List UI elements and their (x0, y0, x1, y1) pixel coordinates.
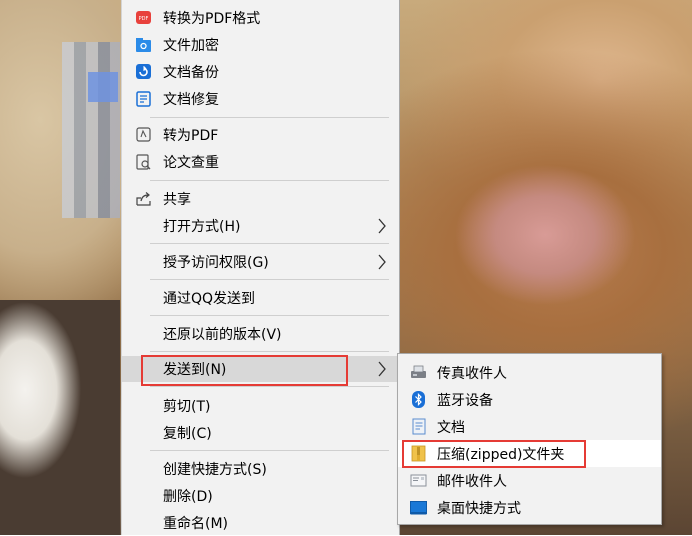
mail-icon (410, 472, 427, 489)
menu-item-label: 通过QQ发送到 (163, 291, 256, 307)
menu-item-convert-pdf-format[interactable]: PDF 转换为PDF格式 (122, 5, 399, 31)
menu-item-label: 删除(D) (163, 489, 213, 505)
fax-icon (410, 364, 427, 381)
menu-separator (150, 180, 389, 181)
menu-item-delete[interactable]: 删除(D) (122, 483, 399, 509)
submenu-item-documents[interactable]: 文档 (398, 413, 661, 440)
menu-item-file-encrypt[interactable]: 文件加密 (122, 32, 399, 58)
desktop-icon (410, 499, 427, 516)
share-icon (135, 190, 152, 207)
menu-item-cut[interactable]: 剪切(T) (122, 393, 399, 419)
pdf-convert-icon: PDF (135, 9, 152, 26)
menu-item-open-with[interactable]: 打开方式(H) (122, 213, 399, 239)
chevron-right-icon (378, 254, 386, 270)
file-encrypt-icon (135, 36, 152, 53)
submenu-item-mail-recipient[interactable]: 邮件收件人 (398, 467, 661, 494)
menu-item-label: 重命名(M) (163, 516, 229, 532)
menu-separator (150, 279, 389, 280)
menu-item-label: 转换为PDF格式 (163, 11, 261, 27)
menu-item-label: 共享 (163, 192, 191, 208)
submenu-item-bluetooth-device[interactable]: 蓝牙设备 (398, 386, 661, 413)
wallpaper-detail (0, 300, 120, 535)
bluetooth-icon (410, 391, 427, 408)
menu-item-label: 文档备份 (163, 65, 219, 81)
menu-item-label: 论文查重 (163, 155, 219, 171)
repair-icon (135, 90, 152, 107)
to-pdf-icon (135, 126, 152, 143)
submenu-item-fax-recipient[interactable]: 传真收件人 (398, 359, 661, 386)
chevron-right-icon (378, 218, 386, 234)
menu-item-plagiarism-check[interactable]: 论文查重 (122, 149, 399, 175)
chevron-right-icon (378, 361, 386, 377)
submenu-item-label: 蓝牙设备 (437, 393, 493, 409)
menu-item-restore-previous-versions[interactable]: 还原以前的版本(V) (122, 321, 399, 347)
menu-separator (150, 351, 389, 352)
svg-text:PDF: PDF (139, 16, 149, 22)
menu-item-label: 打开方式(H) (163, 219, 241, 235)
menu-separator (150, 117, 389, 118)
menu-item-share[interactable]: 共享 (122, 186, 399, 212)
backup-icon (135, 63, 152, 80)
menu-item-to-pdf[interactable]: 转为PDF (122, 122, 399, 148)
blurred-file-icons (62, 42, 120, 218)
blurred-selected-file[interactable] (88, 72, 118, 102)
menu-item-label: 授予访问权限(G) (163, 255, 269, 271)
menu-separator (150, 450, 389, 451)
menu-item-copy[interactable]: 复制(C) (122, 420, 399, 446)
menu-item-document-backup[interactable]: 文档备份 (122, 59, 399, 85)
menu-item-label: 复制(C) (163, 426, 212, 442)
submenu-item-desktop-shortcut[interactable]: 桌面快捷方式 (398, 494, 661, 521)
menu-item-rename[interactable]: 重命名(M) (122, 510, 399, 536)
menu-item-label: 转为PDF (163, 128, 219, 144)
context-menu: PDF 转换为PDF格式 文件加密 文档备份 文档修复 转为PDF 论文查重 共… (121, 0, 400, 535)
menu-item-label: 文件加密 (163, 38, 219, 54)
menu-item-document-repair[interactable]: 文档修复 (122, 86, 399, 112)
documents-icon (410, 418, 427, 435)
menu-item-send-via-qq[interactable]: 通过QQ发送到 (122, 285, 399, 311)
send-to-highlight-box (141, 355, 348, 386)
plagiarism-check-icon (135, 153, 152, 170)
menu-item-label: 创建快捷方式(S) (163, 462, 267, 478)
menu-item-label: 文档修复 (163, 92, 219, 108)
submenu-item-label: 文档 (437, 420, 465, 436)
submenu-item-label: 桌面快捷方式 (437, 501, 521, 517)
submenu-item-label: 邮件收件人 (437, 474, 507, 490)
menu-item-label: 剪切(T) (163, 399, 211, 415)
submenu-item-label: 传真收件人 (437, 366, 507, 382)
menu-separator (150, 386, 389, 387)
menu-item-create-shortcut[interactable]: 创建快捷方式(S) (122, 456, 399, 482)
menu-item-grant-access[interactable]: 授予访问权限(G) (122, 249, 399, 275)
menu-separator (150, 243, 389, 244)
menu-separator (150, 315, 389, 316)
send-to-submenu: 传真收件人 蓝牙设备 文档 压缩(zipped)文件夹 邮件收件人 桌面快捷方式 (397, 353, 662, 525)
menu-item-label: 还原以前的版本(V) (163, 327, 282, 343)
zipped-folder-highlight-box (402, 440, 586, 468)
